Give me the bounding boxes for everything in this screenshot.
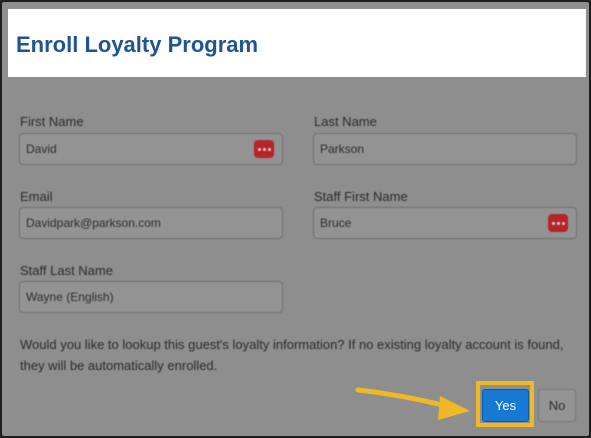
yes-button[interactable]: Yes [482, 389, 529, 422]
staff-first-name-value: Bruce [320, 216, 352, 230]
arrow-icon [355, 387, 470, 420]
dialog-header: Enroll Loyalty Program [8, 9, 586, 77]
more-dots-icon[interactable] [548, 214, 568, 232]
staff-last-name-value: Wayne (English) [26, 290, 114, 304]
last-name-value: Parkson [320, 142, 365, 156]
staff-first-name-field[interactable]: Bruce [313, 207, 577, 239]
first-name-value: David [26, 142, 57, 156]
staff-last-name-field[interactable]: Wayne (English) [19, 281, 283, 313]
page-title: Enroll Loyalty Program [16, 32, 259, 57]
first-name-label: First Name [20, 114, 84, 129]
staff-last-name-label: Staff Last Name [20, 263, 113, 278]
last-name-label: Last Name [314, 114, 377, 129]
lookup-prompt-text: Would you like to lookup this guest's lo… [20, 337, 564, 373]
enroll-loyalty-dialog: Enroll Loyalty Program First Name David … [0, 0, 591, 438]
last-name-field[interactable]: Parkson [313, 133, 577, 165]
email-label: Email [20, 189, 53, 204]
email-field[interactable]: Davidpark@parkson.com [19, 207, 283, 239]
no-button[interactable]: No [538, 389, 576, 422]
first-name-field[interactable]: David [19, 133, 283, 165]
email-value: Davidpark@parkson.com [26, 216, 161, 230]
staff-first-name-label: Staff First Name [314, 189, 408, 204]
more-dots-icon[interactable] [254, 140, 274, 158]
